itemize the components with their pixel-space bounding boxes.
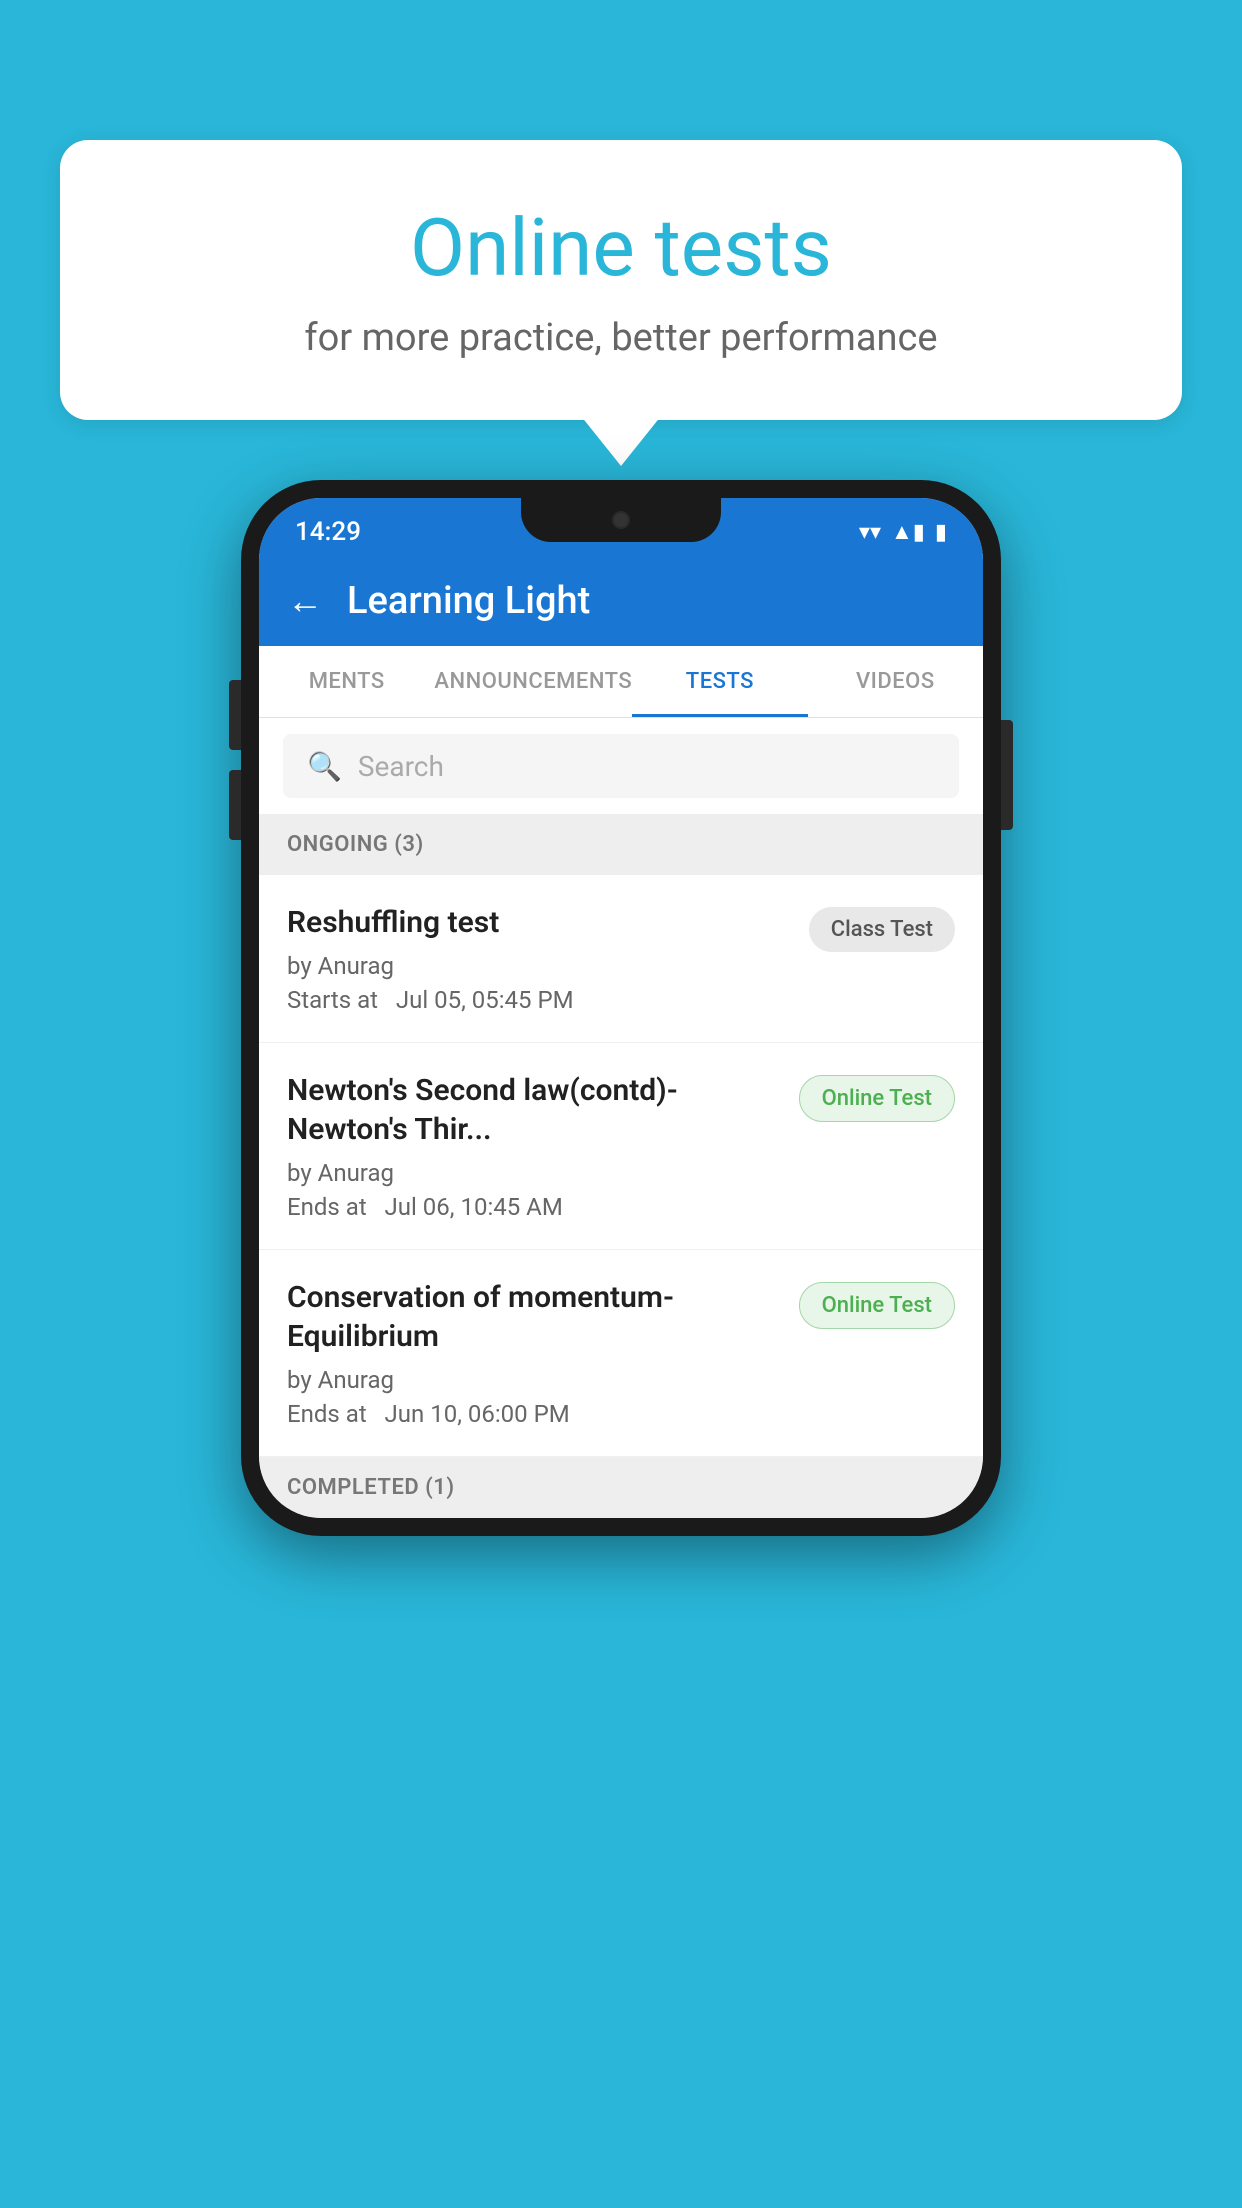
battery-icon: ▮ [935, 520, 947, 545]
test-time: Ends at Jun 10, 06:00 PM [287, 1400, 779, 1428]
power-button [1001, 720, 1013, 830]
test-author: by Anurag [287, 1159, 779, 1187]
tab-videos[interactable]: VIDEOS [808, 646, 983, 717]
phone-screen: 14:29 ▾▾ ▲▮ ▮ ← Learning Light MENTS ANN… [259, 498, 983, 1518]
test-name: Reshuffling test [287, 903, 789, 942]
tab-bar: MENTS ANNOUNCEMENTS TESTS VIDEOS [259, 646, 983, 718]
test-list: Reshuffling test by Anurag Starts at Jul… [259, 875, 983, 1457]
phone-notch [521, 498, 721, 542]
online-test-badge: Online Test [799, 1075, 955, 1122]
promo-banner: Online tests for more practice, better p… [60, 140, 1182, 420]
volume-down-button [229, 770, 241, 840]
test-name: Conservation of momentum-Equilibrium [287, 1278, 779, 1356]
test-item[interactable]: Conservation of momentum-Equilibrium by … [259, 1250, 983, 1457]
test-author: by Anurag [287, 1366, 779, 1394]
tab-announcements[interactable]: ANNOUNCEMENTS [434, 646, 632, 717]
speech-bubble: Online tests for more practice, better p… [60, 140, 1182, 420]
test-time: Ends at Jul 06, 10:45 AM [287, 1193, 779, 1221]
bubble-subtitle: for more practice, better performance [140, 316, 1102, 360]
bubble-title: Online tests [140, 200, 1102, 296]
volume-buttons [229, 680, 241, 860]
search-input[interactable]: 🔍 Search [283, 734, 959, 798]
ongoing-section-header: ONGOING (3) [259, 814, 983, 875]
class-test-badge: Class Test [809, 907, 955, 952]
search-placeholder: Search [358, 750, 444, 783]
test-info: Reshuffling test by Anurag Starts at Jul… [287, 903, 809, 1014]
test-item[interactable]: Reshuffling test by Anurag Starts at Jul… [259, 875, 983, 1043]
app-bar: ← Learning Light [259, 556, 983, 646]
volume-up-button [229, 680, 241, 750]
search-container: 🔍 Search [259, 718, 983, 814]
test-author: by Anurag [287, 952, 789, 980]
phone-frame: 14:29 ▾▾ ▲▮ ▮ ← Learning Light MENTS ANN… [241, 480, 1001, 1536]
completed-section-header: COMPLETED (1) [259, 1457, 983, 1518]
status-time: 14:29 [295, 517, 361, 547]
phone-mockup: 14:29 ▾▾ ▲▮ ▮ ← Learning Light MENTS ANN… [241, 480, 1001, 1536]
tab-tests[interactable]: TESTS [632, 646, 807, 717]
test-info: Conservation of momentum-Equilibrium by … [287, 1278, 799, 1428]
search-icon: 🔍 [307, 750, 342, 783]
status-icons: ▾▾ ▲▮ ▮ [859, 519, 947, 545]
test-info: Newton's Second law(contd)-Newton's Thir… [287, 1071, 799, 1221]
online-test-badge: Online Test [799, 1282, 955, 1329]
test-name: Newton's Second law(contd)-Newton's Thir… [287, 1071, 779, 1149]
wifi-icon: ▾▾ [859, 520, 881, 545]
camera-dot [612, 511, 630, 529]
tab-ments[interactable]: MENTS [259, 646, 434, 717]
test-time: Starts at Jul 05, 05:45 PM [287, 986, 789, 1014]
app-bar-title: Learning Light [347, 579, 590, 623]
test-item[interactable]: Newton's Second law(contd)-Newton's Thir… [259, 1043, 983, 1250]
signal-icon: ▲▮ [891, 519, 925, 545]
back-button[interactable]: ← [287, 580, 323, 622]
